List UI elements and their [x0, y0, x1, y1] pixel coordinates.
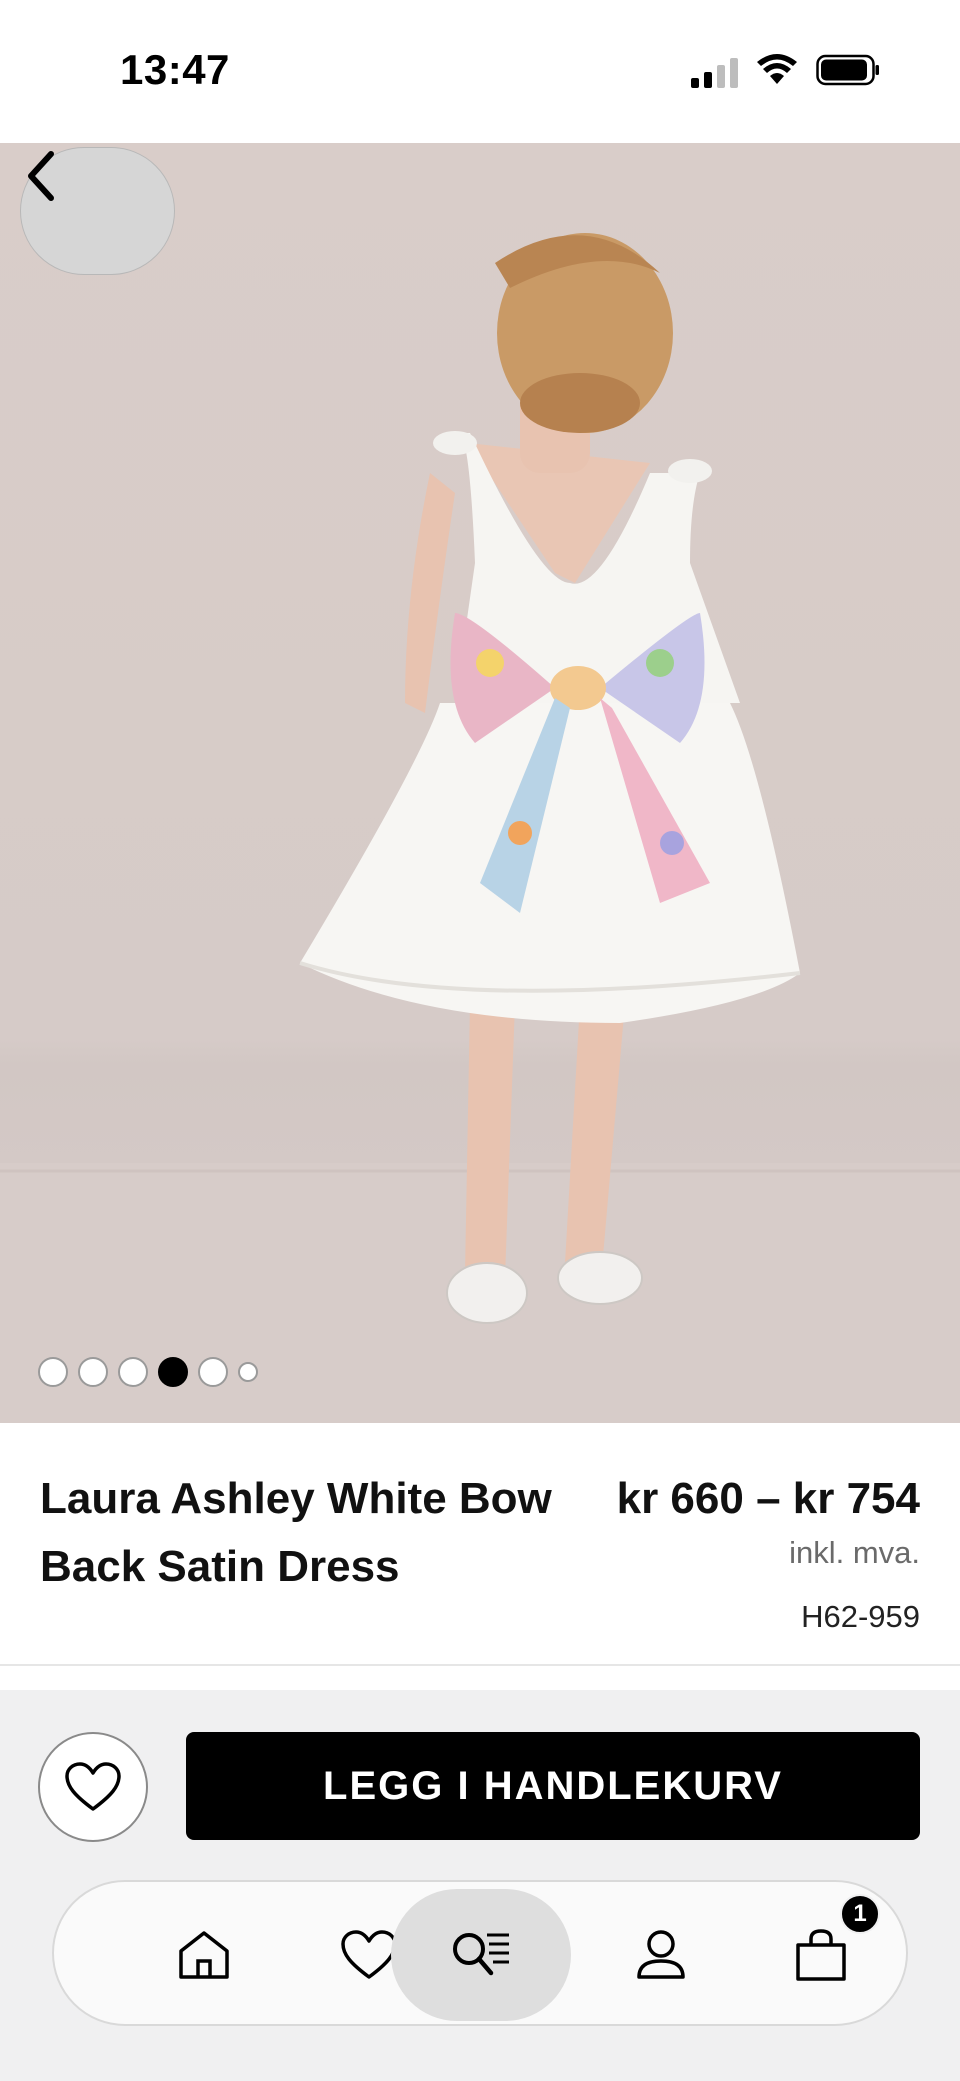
- search-icon: [453, 1933, 509, 1976]
- carousel-dot[interactable]: [38, 1357, 68, 1387]
- status-bar: 13:47: [0, 0, 960, 143]
- back-button[interactable]: [20, 147, 175, 275]
- tab-home[interactable]: [129, 1882, 279, 2028]
- wifi-icon: [756, 53, 798, 91]
- status-icons: [691, 52, 880, 92]
- carousel-dot-active[interactable]: [158, 1357, 188, 1387]
- tab-account[interactable]: [586, 1882, 736, 2028]
- bag-icon: [796, 1929, 846, 1981]
- tab-cart[interactable]: 1: [746, 1882, 896, 2028]
- product-info: Laura Ashley White Bow Back Satin Dress …: [0, 1423, 960, 1666]
- heart-icon: [341, 1930, 397, 1979]
- carousel-dot[interactable]: [198, 1357, 228, 1387]
- bottom-bar: LEGG I HANDLEKURV 1: [0, 1690, 960, 2081]
- carousel-dots: [38, 1357, 258, 1387]
- add-to-cart-button[interactable]: LEGG I HANDLEKURV: [186, 1732, 920, 1840]
- carousel-dot[interactable]: [238, 1362, 258, 1382]
- wishlist-button[interactable]: [38, 1732, 148, 1842]
- status-time: 13:47: [120, 46, 230, 93]
- product-title: Laura Ashley White Bow Back Satin Dress: [40, 1474, 552, 1591]
- cart-count-badge: 1: [840, 1894, 880, 1934]
- cellular-signal-icon: [691, 56, 738, 88]
- product-photo: [0, 233, 960, 1423]
- product-image-carousel[interactable]: [0, 143, 960, 1423]
- home-icon: [179, 1931, 229, 1979]
- carousel-dot[interactable]: [118, 1357, 148, 1387]
- battery-icon: [816, 54, 880, 91]
- vat-note: inkl. mva.: [789, 1535, 920, 1570]
- product-price: kr 660 – kr 754: [616, 1474, 920, 1523]
- heart-icon: [65, 1762, 121, 1811]
- tab-search[interactable]: [391, 1889, 571, 2021]
- tab-bar: 1: [52, 1880, 908, 2026]
- chevron-left-icon: [28, 151, 54, 201]
- user-icon: [637, 1930, 685, 1979]
- product-sku: H62-959: [801, 1599, 920, 1634]
- carousel-dot[interactable]: [78, 1357, 108, 1387]
